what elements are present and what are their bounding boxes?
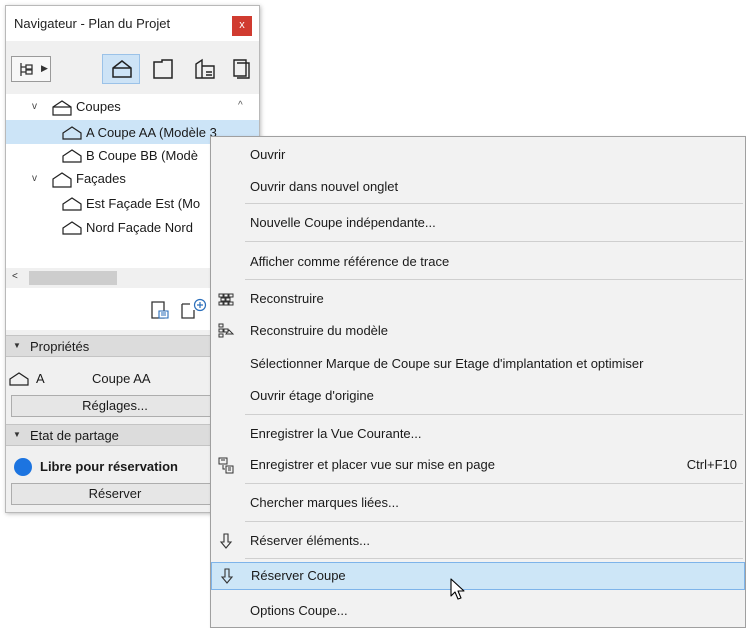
chevron-down-icon[interactable]: v — [32, 101, 37, 112]
menu-item-open[interactable]: Ouvrir — [211, 141, 745, 169]
mouse-cursor-icon — [450, 578, 465, 600]
menu-item-shortcut: Ctrl+F10 — [686, 457, 737, 472]
section-icon — [62, 126, 82, 140]
menu-item-label: Ouvrir — [250, 147, 286, 162]
elevation-icon — [62, 197, 82, 211]
menu-item-label: Réserver Coupe — [251, 568, 346, 583]
tree-item-label: Coupes — [76, 99, 121, 114]
section-title: Etat de partage — [30, 428, 119, 443]
menu-item-label: Sélectionner Marque de Coupe sur Etage d… — [250, 356, 644, 371]
menu-item-label: Ouvrir dans nouvel onglet — [250, 179, 399, 194]
settings-button[interactable]: Réglages... — [11, 395, 219, 417]
menu-item-section-options[interactable]: Options Coupe... — [211, 597, 745, 625]
menu-item-label: Reconstruire du modèle — [250, 323, 389, 338]
reserve-button[interactable]: Réserver — [11, 483, 219, 505]
menu-item-save-and-place-view[interactable]: Enregistrer et placer vue sur mise en pa… — [211, 451, 745, 479]
project-map-button[interactable]: ▶ — [11, 56, 51, 82]
scrollbar-thumb[interactable] — [29, 271, 117, 285]
save-place-view-icon — [218, 457, 234, 474]
tree-item-label: Nord Façade Nord — [86, 220, 193, 235]
menu-item-new-independent-section[interactable]: Nouvelle Coupe indépendante... — [211, 209, 745, 237]
status-indicator-icon — [14, 458, 32, 476]
close-button[interactable]: x — [232, 16, 252, 36]
menu-separator — [245, 558, 743, 559]
menu-item-label: Réserver éléments... — [250, 533, 370, 548]
section-folder-icon — [52, 100, 72, 116]
elevation-icon — [62, 221, 82, 235]
section-title: Propriétés — [30, 339, 90, 354]
view-settings-icon[interactable] — [150, 300, 170, 320]
menu-item-label: Enregistrer la Vue Courante... — [250, 426, 422, 441]
section-icon — [112, 60, 132, 78]
reserve-arrow-icon — [219, 533, 233, 549]
layout-book-icon[interactable] — [230, 58, 252, 80]
menu-item-label: Chercher marques liées... — [250, 495, 399, 510]
menu-separator — [245, 483, 743, 484]
menu-item-reserve-section[interactable]: Réserver Coupe — [211, 562, 745, 590]
tree-item-label: B Coupe BB (Modè — [86, 148, 199, 163]
menu-separator — [245, 414, 743, 415]
menu-item-show-as-trace-reference[interactable]: Afficher comme référence de trace — [211, 248, 745, 276]
rebuild-from-model-icon — [218, 323, 235, 338]
navigator-toolbar: ▶ — [6, 44, 259, 92]
menu-item-label: Nouvelle Coupe indépendante... — [250, 215, 436, 230]
project-map-icon — [20, 63, 33, 76]
scroll-left-icon[interactable]: < — [12, 271, 18, 282]
menu-item-open-new-tab[interactable]: Ouvrir dans nouvel onglet — [211, 173, 745, 201]
section-icon — [62, 149, 82, 163]
menu-item-rebuild[interactable]: Reconstruire — [211, 285, 745, 313]
palette-title: Navigateur - Plan du Projet — [14, 16, 171, 31]
sharing-status: Libre pour réservation — [40, 459, 178, 474]
view-name: Coupe AA — [92, 371, 151, 386]
menu-separator — [245, 279, 743, 280]
context-menu: Ouvrir Ouvrir dans nouvel onglet Nouvell… — [210, 136, 746, 628]
title-bar[interactable]: Navigateur - Plan du Projet x — [6, 6, 259, 41]
new-view-icon[interactable] — [180, 298, 208, 320]
menu-item-label: Options Coupe... — [250, 603, 348, 618]
collapse-triangle-icon[interactable]: ▼ — [13, 341, 21, 350]
menu-item-save-current-view[interactable]: Enregistrer la Vue Courante... — [211, 420, 745, 448]
menu-item-select-section-marker[interactable]: Sélectionner Marque de Coupe sur Etage d… — [211, 350, 745, 378]
collapse-triangle-icon[interactable]: ▼ — [13, 430, 21, 439]
menu-item-reserve-elements[interactable]: Réserver éléments... — [211, 527, 745, 555]
menu-item-open-home-story[interactable]: Ouvrir étage d'origine — [211, 382, 745, 410]
menu-item-label: Enregistrer et placer vue sur mise en pa… — [250, 457, 495, 472]
elevation-icon[interactable] — [194, 58, 216, 80]
chevron-down-icon[interactable]: v — [32, 173, 37, 184]
tree-item-label: A Coupe AA (Modèle 3 — [86, 125, 217, 140]
close-icon: x — [239, 19, 245, 31]
rebuild-icon — [218, 293, 234, 306]
menu-item-label: Reconstruire — [250, 291, 324, 306]
floor-plan-icon[interactable] — [152, 58, 174, 80]
view-id: A — [36, 371, 45, 386]
menu-item-find-linked-markers[interactable]: Chercher marques liées... — [211, 489, 745, 517]
section-icon — [9, 372, 29, 386]
tree-folder-coupes[interactable]: v Coupes — [6, 96, 259, 118]
expand-arrow-icon: ▶ — [41, 63, 48, 73]
elevation-folder-icon — [52, 172, 72, 188]
menu-separator — [245, 521, 743, 522]
reserve-arrow-icon — [220, 568, 234, 584]
tree-item-label: Façades — [76, 171, 126, 186]
menu-separator — [245, 203, 743, 204]
tree-item-label: Est Façade Est (Mo — [86, 196, 201, 211]
section-view-button[interactable] — [102, 54, 140, 84]
menu-item-label: Ouvrir étage d'origine — [250, 388, 374, 403]
menu-separator — [245, 241, 743, 242]
menu-item-label: Afficher comme référence de trace — [250, 254, 450, 269]
menu-item-rebuild-from-model[interactable]: Reconstruire du modèle — [211, 317, 745, 345]
